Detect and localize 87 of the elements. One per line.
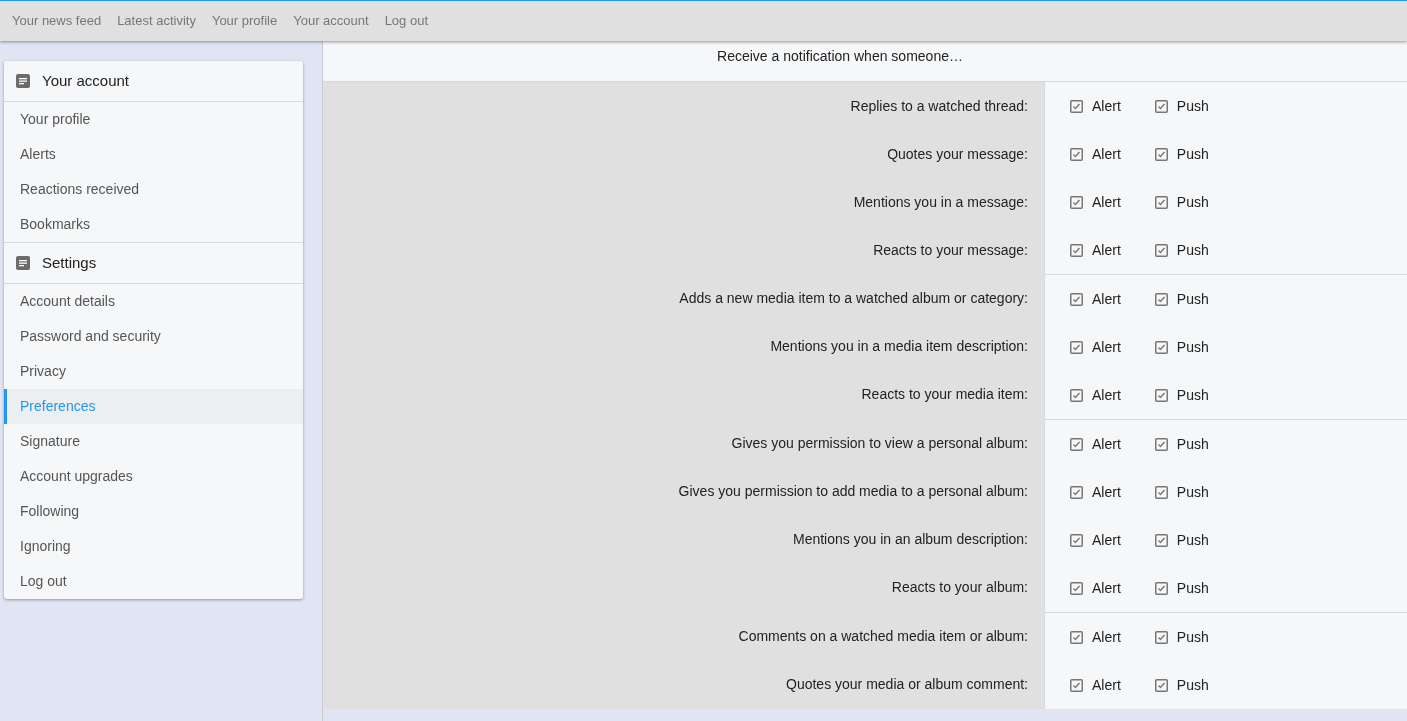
nav-link[interactable]: Your news feed <box>12 11 102 31</box>
checkbox[interactable] <box>1070 678 1083 692</box>
option-label: Alert <box>1092 530 1121 550</box>
notification-label: Adds a new media item to a watched album or category: <box>679 288 1028 308</box>
checkbox[interactable] <box>1154 99 1168 113</box>
checkbox[interactable] <box>1154 581 1168 595</box>
sidebar-item[interactable]: Reactions received <box>4 172 303 207</box>
option-label: Push <box>1176 96 1209 116</box>
sidebar-item[interactable]: Ignoring <box>4 529 303 564</box>
section-title: Settings <box>42 252 97 273</box>
sidebar-item[interactable]: Privacy <box>4 354 303 389</box>
option-label: Alert <box>1092 192 1121 212</box>
sidebar-item[interactable]: Password and security <box>4 319 303 354</box>
checkbox[interactable] <box>1070 292 1083 306</box>
checkbox[interactable] <box>1154 292 1168 306</box>
checkbox[interactable] <box>1154 243 1168 257</box>
option-label: Alert <box>1092 240 1121 260</box>
checkbox[interactable] <box>1070 630 1083 644</box>
option-label: Alert <box>1092 337 1121 357</box>
checkbox[interactable] <box>1070 195 1083 209</box>
option-label: Push <box>1176 434 1209 454</box>
nav-link[interactable]: Latest activity <box>117 11 196 31</box>
nav-link[interactable]: Log out <box>384 11 428 31</box>
option-label: Alert <box>1092 96 1121 116</box>
option-label: Push <box>1176 144 1209 164</box>
option-label: Push <box>1176 578 1209 598</box>
checkbox[interactable] <box>1070 147 1083 161</box>
section-heading: Receive a notification when someone… <box>717 47 963 66</box>
option-label: Alert <box>1092 289 1121 309</box>
sidebar-item[interactable]: Bookmarks <box>4 207 303 242</box>
checkbox[interactable] <box>1154 533 1168 547</box>
option-label: Alert <box>1092 144 1121 164</box>
checkbox[interactable] <box>1154 630 1168 644</box>
checkbox[interactable] <box>1154 195 1168 209</box>
checkbox[interactable] <box>1070 437 1083 451</box>
notification-label: Replies to a watched thread: <box>850 96 1028 116</box>
notification-label: Quotes your message: <box>887 144 1028 164</box>
option-label: Alert <box>1092 627 1121 647</box>
option-label: Push <box>1176 289 1209 309</box>
notification-label: Quotes your media or album comment: <box>786 674 1028 694</box>
notification-label: Reacts to your album: <box>891 577 1028 597</box>
sidebar-item[interactable]: Alerts <box>4 137 303 172</box>
option-label: Push <box>1176 192 1209 212</box>
sidebar-item[interactable]: Signature <box>4 424 303 459</box>
notification-label: Reacts to your message: <box>873 240 1028 260</box>
notification-label: Mentions you in a media item description: <box>770 336 1028 356</box>
notification-label: Reacts to your media item: <box>861 384 1028 404</box>
notification-label: Comments on a watched media item or album: <box>738 626 1028 646</box>
sidebar-item[interactable]: Log out <box>4 564 303 599</box>
checkbox[interactable] <box>1070 388 1083 402</box>
checkbox[interactable] <box>1070 99 1083 113</box>
checkbox[interactable] <box>1154 340 1168 354</box>
sidebar-item[interactable]: Your profile <box>4 102 303 137</box>
option-label: Push <box>1176 337 1209 357</box>
option-label: Push <box>1176 530 1209 550</box>
notification-label: Mentions you in a message: <box>853 192 1028 212</box>
option-label: Alert <box>1092 578 1121 598</box>
checkbox[interactable] <box>1070 485 1083 499</box>
checkbox[interactable] <box>1070 243 1083 257</box>
checkbox[interactable] <box>1154 437 1168 451</box>
sidebar-item[interactable]: Account upgrades <box>4 459 303 494</box>
checkbox[interactable] <box>1154 147 1168 161</box>
sidebar-item[interactable]: Following <box>4 494 303 529</box>
option-label: Push <box>1176 675 1209 695</box>
checkbox[interactable] <box>1070 533 1083 547</box>
option-label: Push <box>1176 482 1209 502</box>
option-label: Push <box>1176 385 1209 405</box>
checkbox[interactable] <box>1154 388 1168 402</box>
notification-label: Mentions you in an album description: <box>792 529 1028 549</box>
document-icon <box>16 74 30 88</box>
document-icon <box>16 256 30 270</box>
nav-link[interactable]: Your account <box>293 11 369 31</box>
option-label: Alert <box>1092 675 1121 695</box>
sidebar-item[interactable]: Account details <box>4 284 303 319</box>
option-label: Alert <box>1092 385 1121 405</box>
option-label: Push <box>1176 240 1209 260</box>
checkbox[interactable] <box>1070 581 1083 595</box>
option-label: Alert <box>1092 482 1121 502</box>
notification-label: Gives you permission to add media to a personal album: <box>678 481 1028 501</box>
option-label: Alert <box>1092 434 1121 454</box>
checkbox[interactable] <box>1154 678 1168 692</box>
notification-label: Gives you permission to view a personal album: <box>731 433 1028 453</box>
option-label: Push <box>1176 627 1209 647</box>
section-title: Your account <box>42 70 129 91</box>
checkbox[interactable] <box>1154 485 1168 499</box>
nav-link[interactable]: Your profile <box>211 11 278 31</box>
checkbox[interactable] <box>1070 340 1083 354</box>
